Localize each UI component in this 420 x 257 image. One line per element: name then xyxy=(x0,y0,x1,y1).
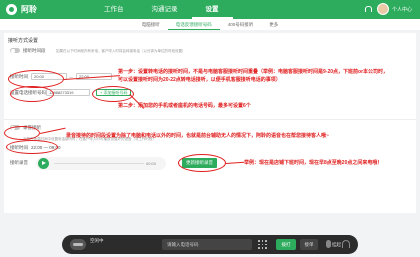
microphone-icon[interactable] xyxy=(326,240,331,248)
annotation-ring-voice-time xyxy=(6,140,58,154)
play-icon[interactable] xyxy=(38,158,49,169)
keypad-icon[interactable] xyxy=(258,240,267,249)
subtab-pc[interactable]: 电脑接听 xyxy=(134,19,168,30)
nav-workbench[interactable]: 工作台 xyxy=(90,0,138,19)
voice-audio-label: 接听录音 xyxy=(10,160,28,165)
annotation-ring-upload xyxy=(178,154,226,172)
audio-waveform[interactable] xyxy=(54,163,144,164)
dial-input[interactable]: 请输入电话号码 xyxy=(162,239,252,250)
bell-icon[interactable] xyxy=(364,5,372,13)
step1-note-2: 可以设置接听时间为20-22点转电话接听，以便手机客服接听电话的事项） xyxy=(118,77,281,83)
dial-button[interactable]: 拨打 xyxy=(276,239,296,250)
top-navbar: 阿聆 工作台 沟通记录 设置 个人中心 xyxy=(0,0,420,19)
brand-name: 阿聆 xyxy=(21,5,37,14)
annotation-ring-voice xyxy=(4,126,40,140)
call-bar: 空闲中 请输入电话号码 拨打 接单 挂起 xyxy=(62,235,358,254)
annotation-ring-add xyxy=(92,86,134,102)
headset-icon[interactable] xyxy=(342,240,350,248)
user-area: 个人中心 xyxy=(364,3,412,15)
subtab-400[interactable]: 400号码接听 xyxy=(220,19,262,30)
voice-note-bottom: 举例：现在是店铺下班时间，现在早8点至晚20点之间来电哦！ xyxy=(244,160,383,166)
avatar[interactable] xyxy=(376,3,389,15)
nav-records[interactable]: 沟通记录 xyxy=(138,0,192,19)
section-title: 接听方式设置 xyxy=(8,38,39,44)
transfer-button[interactable]: 接单 xyxy=(300,239,318,250)
phone-answer-toggle[interactable] xyxy=(10,48,20,53)
annotation-ring-phone xyxy=(10,86,54,102)
main-nav: 工作台 沟通记录 设置 xyxy=(90,0,233,19)
subtab-more[interactable]: 更多 xyxy=(261,19,286,30)
step1-note: 第一步：设置转电话的接听时间，不是与电脑客服接听时间重叠（举例：电脑客服接听时间… xyxy=(118,69,389,75)
logo-icon xyxy=(6,4,17,15)
subtab-phone[interactable]: 电话反馈接听号码 xyxy=(167,19,220,30)
section-divider xyxy=(4,119,416,120)
sub-nav: 电脑接听 电话反馈接听号码 400号码接听 更多 xyxy=(0,19,420,30)
nav-settings[interactable]: 设置 xyxy=(191,0,233,19)
phone-switch-hint: 如果在以下时间段内有来电，客户呼入时将会转接电话（以分钟为单位的时段设置） xyxy=(56,49,186,53)
call-status: 空闲中 xyxy=(90,238,104,243)
brand[interactable]: 阿聆 xyxy=(6,4,76,15)
audio-time: 00:00 xyxy=(146,161,157,166)
voice-note-top: 录音接待的时间段设置为除了电脑和电话以外的时间，也就是前台辅助无人的情况下，阿聆… xyxy=(66,133,329,139)
phone-switch-label: 接听时间段 xyxy=(23,48,46,53)
username[interactable]: 个人中心 xyxy=(392,6,412,13)
hold-label[interactable]: 挂起 xyxy=(332,239,341,250)
hangup-icon[interactable] xyxy=(70,239,86,250)
settings-card: 接听方式设置 接听时间段 如果在以下时间段内有来电，客户呼入时将会转接电话（以分… xyxy=(4,33,416,213)
